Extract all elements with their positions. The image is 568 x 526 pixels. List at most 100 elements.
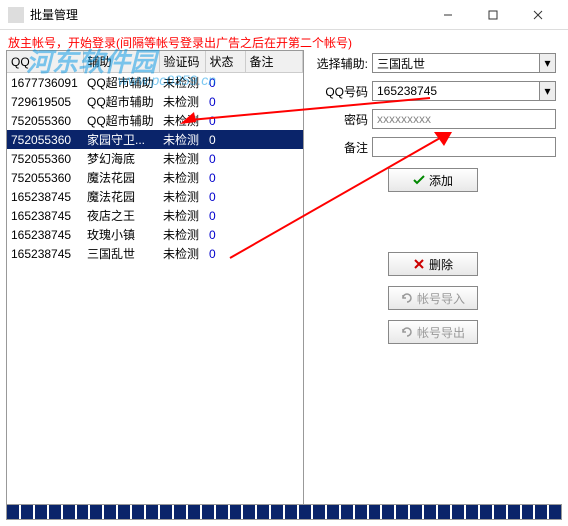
cell-assist: 夜店之王 <box>83 206 159 225</box>
add-button[interactable]: 添加 <box>388 168 478 192</box>
cell-count: 0 <box>205 244 245 263</box>
app-icon <box>8 7 24 23</box>
cell-qq: 752055360 <box>7 149 83 168</box>
column-header[interactable]: 备注 <box>245 51 303 73</box>
export-label: 帐号导出 <box>417 324 465 341</box>
cell-assist: QQ超市辅助 <box>83 73 159 93</box>
cell-qq: 1677736091 <box>7 73 83 93</box>
cell-qq: 752055360 <box>7 168 83 187</box>
cell-verify: 未检测 <box>159 187 205 206</box>
cell-verify: 未检测 <box>159 111 205 130</box>
add-label: 添加 <box>429 172 453 189</box>
column-header[interactable]: 状态 <box>205 51 245 73</box>
cell-note <box>245 168 303 187</box>
cell-qq: 165238745 <box>7 244 83 263</box>
cell-qq: 165238745 <box>7 187 83 206</box>
table-row[interactable]: 165238745三国乱世未检测0 <box>7 244 303 263</box>
cell-note <box>245 130 303 149</box>
chevron-down-icon[interactable]: ▾ <box>540 53 556 73</box>
cell-count: 0 <box>205 73 245 93</box>
column-header[interactable]: 验证码 <box>159 51 205 73</box>
cell-assist: 三国乱世 <box>83 244 159 263</box>
export-button[interactable]: 帐号导出 <box>388 320 478 344</box>
note-label: 备注 <box>310 139 368 156</box>
table-row[interactable]: 752055360魔法花园未检测0 <box>7 168 303 187</box>
column-header[interactable]: 辅助 <box>83 51 159 73</box>
cell-qq: 165238745 <box>7 206 83 225</box>
hint-text: 放主帐号，开始登录(间隔等帐号登录出广告之后在开第二个帐号) <box>0 30 568 50</box>
form-panel: 选择辅助: ▾ QQ号码 ▾ 密码 备注 添加 <box>304 50 562 506</box>
cell-verify: 未检测 <box>159 168 205 187</box>
cell-assist: 玫瑰小镇 <box>83 225 159 244</box>
cell-qq: 165238745 <box>7 225 83 244</box>
cell-count: 0 <box>205 168 245 187</box>
delete-button[interactable]: 删除 <box>388 252 478 276</box>
maximize-button[interactable] <box>470 1 515 29</box>
cell-note <box>245 73 303 93</box>
qq-select[interactable]: ▾ <box>372 81 556 101</box>
table-row[interactable]: 729619505QQ超市辅助未检测0 <box>7 92 303 111</box>
table-row[interactable]: 1677736091QQ超市辅助未检测0 <box>7 73 303 93</box>
cell-qq: 752055360 <box>7 130 83 149</box>
qq-label: QQ号码 <box>310 83 368 100</box>
refresh-icon <box>401 292 413 304</box>
cell-count: 0 <box>205 187 245 206</box>
assist-input[interactable] <box>372 53 540 73</box>
cell-verify: 未检测 <box>159 225 205 244</box>
cell-note <box>245 149 303 168</box>
check-icon <box>413 174 425 186</box>
cell-note <box>245 225 303 244</box>
cell-verify: 未检测 <box>159 149 205 168</box>
password-label: 密码 <box>310 111 368 128</box>
assist-label: 选择辅助: <box>310 55 368 72</box>
table-row[interactable]: 752055360家园守卫...未检测0 <box>7 130 303 149</box>
note-input[interactable] <box>372 137 556 157</box>
minimize-button[interactable] <box>425 1 470 29</box>
cell-assist: 梦幻海底 <box>83 149 159 168</box>
table-row[interactable]: 165238745魔法花园未检测0 <box>7 187 303 206</box>
cell-assist: 家园守卫... <box>83 130 159 149</box>
cell-verify: 未检测 <box>159 130 205 149</box>
assist-select[interactable]: ▾ <box>372 53 556 73</box>
cross-icon <box>413 258 425 270</box>
cell-assist: 魔法花园 <box>83 187 159 206</box>
chevron-down-icon[interactable]: ▾ <box>540 81 556 101</box>
cell-assist: QQ超市辅助 <box>83 92 159 111</box>
cell-assist: 魔法花园 <box>83 168 159 187</box>
cell-qq: 729619505 <box>7 92 83 111</box>
cell-count: 0 <box>205 225 245 244</box>
main-area: QQ辅助验证码状态备注 1677736091QQ超市辅助未检测072961950… <box>0 50 568 506</box>
window-title: 批量管理 <box>30 6 425 23</box>
progress-bar <box>6 504 562 520</box>
cell-verify: 未检测 <box>159 244 205 263</box>
cell-note <box>245 206 303 225</box>
password-input[interactable] <box>372 109 556 129</box>
cell-count: 0 <box>205 111 245 130</box>
cell-verify: 未检测 <box>159 92 205 111</box>
qq-input[interactable] <box>372 81 540 101</box>
table-row[interactable]: 752055360QQ超市辅助未检测0 <box>7 111 303 130</box>
cell-note <box>245 187 303 206</box>
delete-label: 删除 <box>429 256 453 273</box>
titlebar: 批量管理 <box>0 0 568 30</box>
import-button[interactable]: 帐号导入 <box>388 286 478 310</box>
refresh-icon <box>401 326 413 338</box>
cell-count: 0 <box>205 149 245 168</box>
table-row[interactable]: 165238745夜店之王未检测0 <box>7 206 303 225</box>
cell-qq: 752055360 <box>7 111 83 130</box>
cell-note <box>245 244 303 263</box>
account-table[interactable]: QQ辅助验证码状态备注 1677736091QQ超市辅助未检测072961950… <box>6 50 304 506</box>
cell-verify: 未检测 <box>159 206 205 225</box>
cell-note <box>245 92 303 111</box>
cell-count: 0 <box>205 130 245 149</box>
close-button[interactable] <box>515 1 560 29</box>
cell-note <box>245 111 303 130</box>
import-label: 帐号导入 <box>417 290 465 307</box>
table-row[interactable]: 165238745玫瑰小镇未检测0 <box>7 225 303 244</box>
cell-count: 0 <box>205 92 245 111</box>
cell-verify: 未检测 <box>159 73 205 93</box>
column-header[interactable]: QQ <box>7 51 83 73</box>
table-row[interactable]: 752055360梦幻海底未检测0 <box>7 149 303 168</box>
cell-assist: QQ超市辅助 <box>83 111 159 130</box>
cell-count: 0 <box>205 206 245 225</box>
